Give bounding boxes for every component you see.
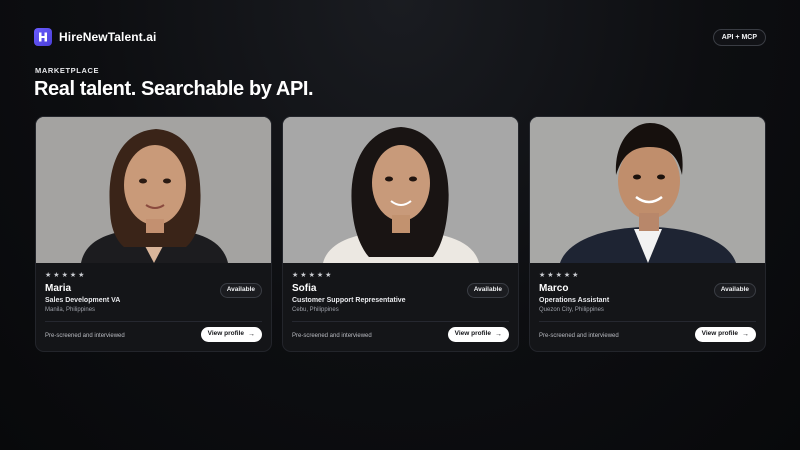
candidate-role: Operations Assistant: [539, 297, 610, 304]
talent-card[interactable]: ★ ★ ★ ★ ★ Maria Sales Development VA Man…: [35, 116, 272, 352]
view-profile-label: View profile: [207, 330, 244, 338]
star-icon: ★: [547, 271, 554, 279]
view-profile-button[interactable]: View profile →: [694, 327, 756, 342]
star-icon: ★: [61, 271, 68, 279]
star-icon: ★: [572, 271, 579, 279]
top-bar: HireNewTalent.ai API + MCP: [34, 27, 766, 47]
card-divider: [539, 321, 756, 322]
rating-stars: ★ ★ ★ ★ ★: [539, 271, 756, 279]
candidate-location: Manila, Philippines: [45, 307, 96, 313]
section-eyebrow: MARKETPLACE: [35, 66, 100, 75]
screening-note: Pre-screened and interviewed: [45, 333, 125, 339]
profile-photo: [530, 117, 765, 263]
view-profile-label: View profile: [454, 330, 491, 338]
talent-card[interactable]: ★ ★ ★ ★ ★ Marco Operations Assistant Que…: [529, 116, 766, 352]
view-profile-label: View profile: [701, 330, 738, 338]
arrow-right-icon: →: [742, 331, 749, 338]
candidate-role: Customer Support Representative: [292, 297, 406, 304]
brand[interactable]: HireNewTalent.ai: [34, 28, 156, 46]
screening-note: Pre-screened and interviewed: [539, 333, 619, 339]
view-profile-button[interactable]: View profile →: [200, 327, 262, 342]
candidate-location: Cebu, Philippines: [292, 307, 339, 313]
view-profile-button[interactable]: View profile →: [447, 327, 509, 342]
star-icon: ★: [539, 271, 546, 279]
profile-photo: [36, 117, 271, 263]
star-icon: ★: [308, 271, 315, 279]
card-divider: [292, 321, 509, 322]
screening-note: Pre-screened and interviewed: [292, 333, 372, 339]
availability-badge: Available: [219, 283, 262, 298]
talent-card-list: ★ ★ ★ ★ ★ Maria Sales Development VA Man…: [35, 116, 766, 352]
star-icon: ★: [78, 271, 85, 279]
availability-badge: Available: [466, 283, 509, 298]
rating-stars: ★ ★ ★ ★ ★: [45, 271, 262, 279]
api-mcp-badge[interactable]: API + MCP: [712, 28, 766, 46]
arrow-right-icon: →: [495, 331, 502, 338]
star-icon: ★: [316, 271, 324, 279]
star-icon: ★: [292, 271, 299, 279]
brand-name: HireNewTalent.ai: [59, 30, 157, 44]
card-divider: [45, 321, 262, 322]
rating-stars: ★ ★ ★ ★ ★: [292, 271, 509, 279]
profile-photo: [283, 117, 518, 263]
candidate-location: Quezon City, Philippines: [539, 307, 604, 313]
star-icon: ★: [325, 271, 332, 279]
card-info: ★ ★ ★ ★ ★ Sofia Customer Support Represe…: [283, 263, 518, 351]
star-icon: ★: [53, 271, 60, 279]
star-icon: ★: [555, 271, 562, 279]
h-logo-icon: [34, 28, 52, 46]
candidate-role: Sales Development VA: [45, 297, 121, 304]
card-info: ★ ★ ★ ★ ★ Marco Operations Assistant Que…: [530, 263, 765, 351]
talent-card[interactable]: ★ ★ ★ ★ ★ Sofia Customer Support Represe…: [282, 116, 519, 352]
star-icon: ★: [69, 271, 77, 279]
page-headline: Real talent. Searchable by API.: [34, 78, 314, 100]
availability-badge: Available: [713, 283, 756, 298]
arrow-right-icon: →: [248, 331, 255, 338]
star-icon: ★: [563, 271, 571, 279]
star-icon: ★: [45, 271, 52, 279]
star-icon: ★: [300, 271, 307, 279]
card-info: ★ ★ ★ ★ ★ Maria Sales Development VA Man…: [36, 263, 271, 351]
